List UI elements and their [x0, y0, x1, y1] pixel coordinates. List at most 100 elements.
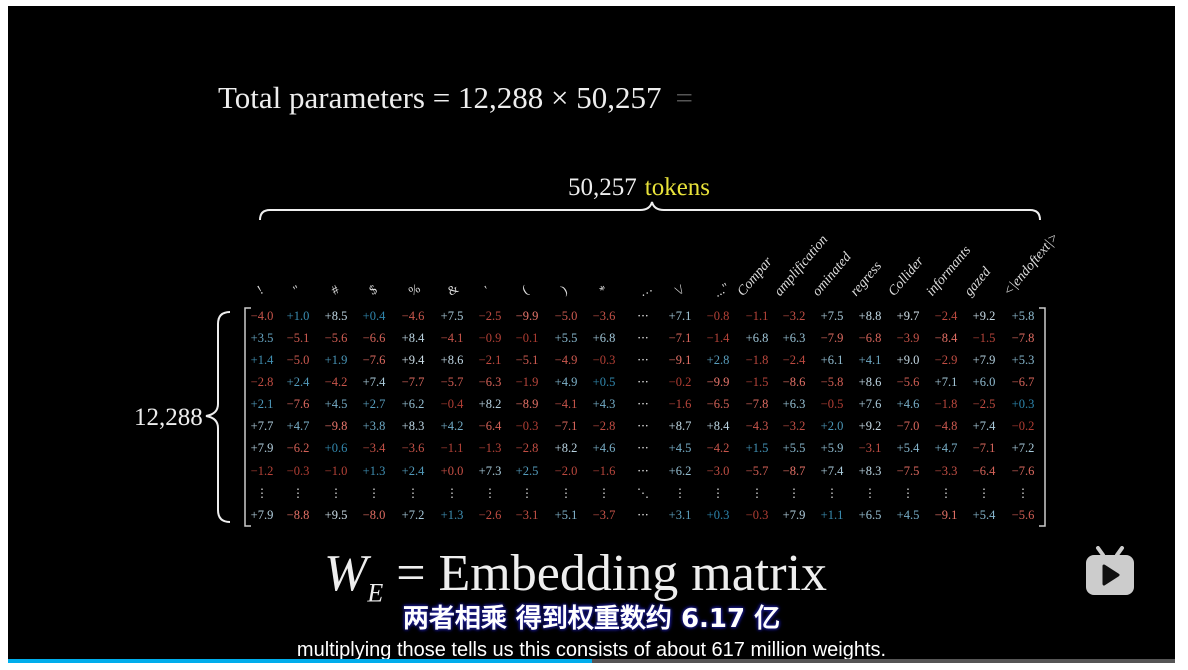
- horizontal-ellipsis: ···: [637, 353, 649, 367]
- matrix-row-cell: −7.1: [668, 331, 692, 345]
- matrix-row-cell: +4.5: [668, 441, 692, 455]
- matrix-row-cell: +8.6: [858, 375, 882, 389]
- matrix-row-cell: +8.3: [858, 464, 882, 478]
- video-progress-bar[interactable]: [8, 659, 1175, 663]
- matrix-row-cell: +4.9: [554, 375, 578, 389]
- left-brace: [205, 311, 231, 523]
- matrix-row-cell: −3.6: [592, 309, 616, 323]
- matrix-row-cell: −1.0: [324, 464, 348, 478]
- matrix-row-cell: −2.0: [554, 464, 578, 478]
- top-brace: [259, 201, 1041, 221]
- matrix-row-cell: −1.5: [972, 331, 996, 345]
- matrix-row-cell: +8.7: [668, 419, 692, 433]
- vertical-ellipsis: ⋮: [407, 486, 419, 500]
- vertical-ellipsis: ⋮: [1017, 486, 1029, 500]
- matrix-row-cell: −3.3: [934, 464, 958, 478]
- matrix-row-cell: +1.9: [324, 353, 348, 367]
- bilibili-logo-icon[interactable]: [1082, 546, 1138, 596]
- vertical-ellipsis: ⋮: [978, 486, 990, 500]
- vertical-ellipsis: ⋮: [902, 486, 914, 500]
- matrix-row-cell: −5.6: [896, 375, 920, 389]
- matrix-row-cell: +7.2: [1011, 441, 1035, 455]
- matrix-row-cell: +8.5: [324, 309, 348, 323]
- matrix-row-cell: +2.1: [250, 397, 274, 411]
- matrix-row-cell: −7.1: [554, 419, 578, 433]
- matrix-row-cell: −3.2: [782, 419, 806, 433]
- matrix-row-cell: +4.6: [592, 441, 616, 455]
- vertical-ellipsis: ⋮: [292, 486, 304, 500]
- horizontal-ellipsis: ···: [637, 419, 649, 433]
- matrix-last-row-cell: +3.1: [668, 508, 692, 522]
- matrix-row-cell: +6.8: [745, 331, 769, 345]
- vertical-ellipsis: ⋮: [256, 486, 268, 500]
- matrix-last-row-cell: +7.2: [401, 508, 425, 522]
- matrix-row-cell: −6.7: [1011, 375, 1035, 389]
- matrix-row-cell: −7.7: [401, 375, 425, 389]
- matrix-row-cell: −2.8: [515, 441, 539, 455]
- rows-dimension-label: 12,288: [134, 404, 203, 431]
- matrix-row-cell: −2.5: [478, 309, 502, 323]
- matrix-row-cell: −5.8: [820, 375, 844, 389]
- matrix-last-row-cell: +7.9: [782, 508, 806, 522]
- matrix-row-cell: +8.2: [554, 441, 578, 455]
- matrix-row-cell: +7.5: [820, 309, 844, 323]
- matrix-row-cell: +7.9: [250, 441, 274, 455]
- vertical-ellipsis: ⋮: [484, 486, 496, 500]
- matrix-last-row-cell: +1.3: [440, 508, 464, 522]
- matrix-row-cell: −2.5: [972, 397, 996, 411]
- matrix-row-cell: −6.4: [478, 419, 502, 433]
- matrix-row-cell: +6.2: [668, 464, 692, 478]
- vertical-ellipsis: ⋱: [637, 486, 649, 500]
- matrix-row-cell: +4.6: [896, 397, 920, 411]
- matrix-row-cell: −0.2: [668, 375, 692, 389]
- matrix-row-cell: +9.2: [972, 309, 996, 323]
- matrix-row-cell: +5.5: [782, 441, 806, 455]
- matrix-row-cell: +1.0: [286, 309, 310, 323]
- matrix-last-row-cell: +7.9: [250, 508, 274, 522]
- matrix-row-cell: −3.0: [706, 464, 730, 478]
- matrix-row-cell: +8.8: [858, 309, 882, 323]
- matrix-row-cell: −1.6: [592, 464, 616, 478]
- matrix-row-cell: −4.1: [440, 331, 464, 345]
- matrix-row-cell: +0.6: [324, 441, 348, 455]
- matrix-row-cell: −1.8: [745, 353, 769, 367]
- matrix-row-cell: +6.8: [592, 331, 616, 345]
- matrix-row-cell: +0.5: [592, 375, 616, 389]
- matrix-row-cell: −2.4: [782, 353, 806, 367]
- matrix-row-cell: +1.4: [250, 353, 274, 367]
- video-frame[interactable]: Total parameters = 12,288 × 50,257 = 50,2…: [8, 6, 1175, 660]
- matrix-row-cell: −6.3: [478, 375, 502, 389]
- matrix-row-cell: +7.4: [820, 464, 844, 478]
- matrix-last-row-cell: −3.1: [515, 508, 539, 522]
- subtitle-english: multiplying those tells us this consists…: [296, 639, 887, 660]
- horizontal-ellipsis: ···: [637, 375, 649, 389]
- horizontal-ellipsis: ···: [637, 397, 649, 411]
- matrix-row-cell: +8.6: [440, 353, 464, 367]
- matrix-row-cell: −3.9: [896, 331, 920, 345]
- matrix-last-row-cell: −2.6: [478, 508, 502, 522]
- matrix-row-cell: +0.4: [362, 309, 386, 323]
- vertical-ellipsis: ⋮: [864, 486, 876, 500]
- matrix-last-row-cell: −8.8: [286, 508, 310, 522]
- matrix-row-cell: +5.9: [820, 441, 844, 455]
- matrix-row-cell: −1.2: [250, 464, 274, 478]
- horizontal-ellipsis: ···: [637, 508, 649, 522]
- matrix-row-cell: −7.6: [1011, 464, 1035, 478]
- matrix-last-row-cell: +9.5: [324, 508, 348, 522]
- vertical-ellipsis: ⋮: [788, 486, 800, 500]
- matrix-row-cell: +2.5: [515, 464, 539, 478]
- matrix-row-cell: −1.6: [668, 397, 692, 411]
- formula-w: W: [324, 545, 368, 602]
- matrix-row-cell: −4.8: [934, 419, 958, 433]
- matrix-row-cell: −0.3: [515, 419, 539, 433]
- horizontal-ellipsis: ···: [637, 309, 649, 323]
- matrix-row-cell: +8.3: [401, 419, 425, 433]
- matrix-last-row-cell: −5.6: [1011, 508, 1035, 522]
- matrix-row-cell: +9.2: [858, 419, 882, 433]
- vertical-ellipsis: ⋮: [674, 486, 686, 500]
- matrix-row-cell: +9.7: [896, 309, 920, 323]
- matrix-row-cell: +8.4: [706, 419, 730, 433]
- matrix-row-cell: −3.4: [362, 441, 386, 455]
- matrix-row-cell: +7.6: [858, 397, 882, 411]
- matrix-row-cell: +4.3: [592, 397, 616, 411]
